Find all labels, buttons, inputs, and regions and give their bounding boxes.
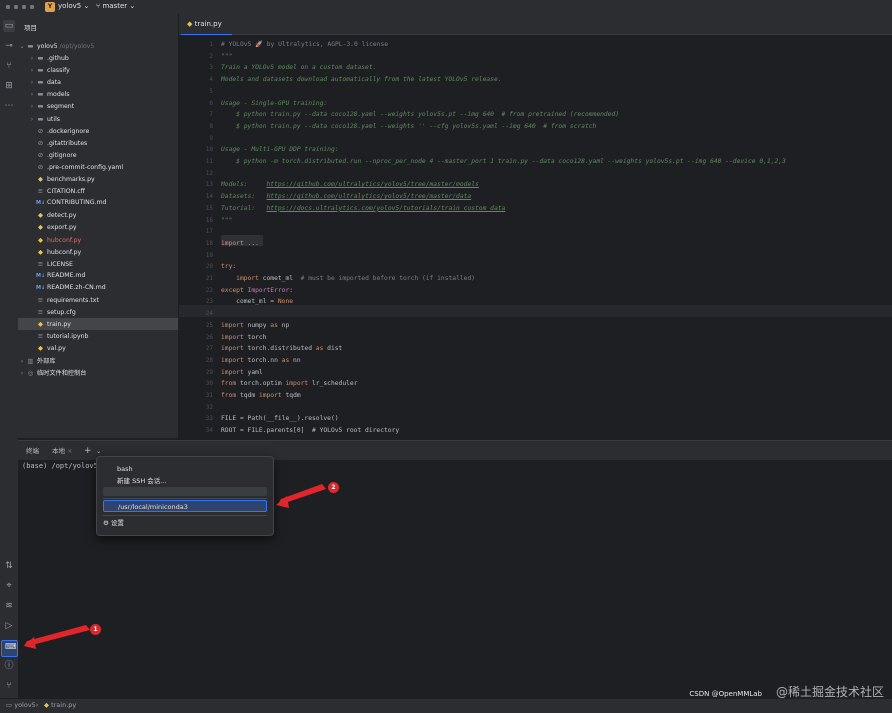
status-file[interactable]: ◆ train.py	[44, 701, 76, 709]
arrow-2-head	[276, 496, 289, 508]
status-project[interactable]: ▭ yolov5	[6, 701, 36, 709]
breadcrumb-separator: ›	[36, 701, 39, 709]
watermark-sub: CSDN @OpenMMLab	[689, 690, 762, 698]
arrow-1-head	[24, 637, 36, 649]
watermark: @稀土掘金技术社区	[775, 685, 884, 699]
annotation-badge-1: 1	[90, 624, 101, 635]
status-bar: ▭ yolov5 › ◆ train.py	[0, 698, 892, 713]
annotation-badge-2: 2	[328, 482, 339, 493]
annotation-arrows	[24, 484, 326, 649]
folder-icon: ▭	[6, 701, 15, 709]
